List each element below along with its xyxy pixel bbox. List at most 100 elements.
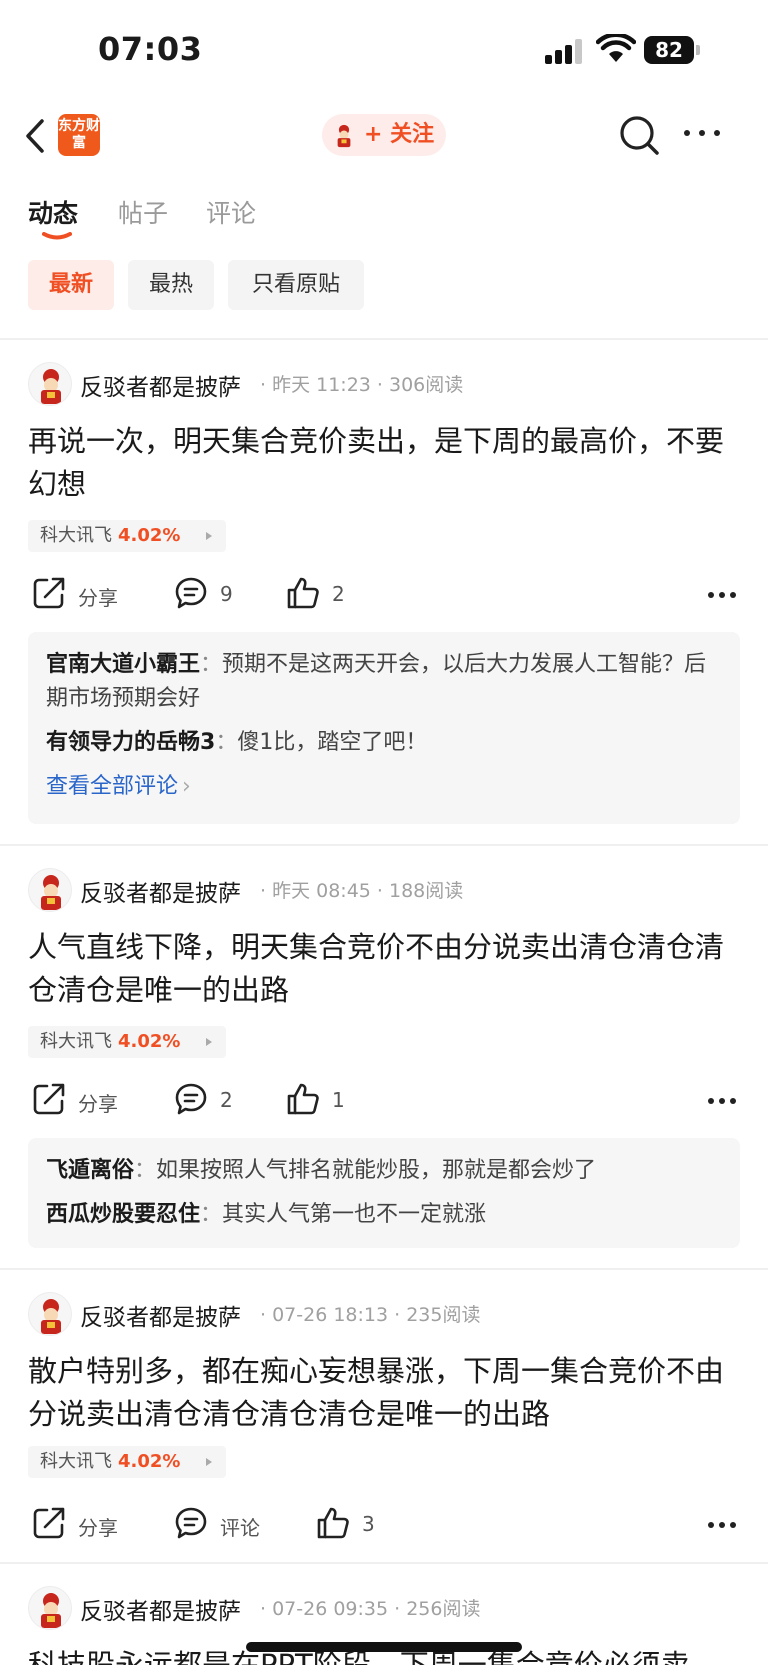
app-logo[interactable]: 东方财富 [58,114,100,156]
post-meta: · 07-26 09:35 · 256阅读 [260,1598,481,1620]
share-label: 分享 [78,586,118,610]
post-actions: 分享 9 2 [0,574,768,614]
author-avatar[interactable] [28,362,72,406]
wifi-icon [595,32,637,64]
like-count: 3 [362,1512,375,1536]
battery-level: 82 [644,36,694,64]
author-avatar[interactable] [28,1292,72,1336]
author-avatar[interactable] [28,1586,72,1630]
like-count: 1 [332,1088,345,1112]
author-name[interactable]: 反驳者都是披萨 [80,1298,241,1332]
share-icon [33,577,65,609]
like-count: 2 [332,582,345,606]
comment-button[interactable]: 9 [174,574,264,614]
comment-text: 如果按照人气排名就能炒股，那就是都会炒了 [156,1158,597,1183]
comment-label: 评论 [220,1516,260,1540]
like-button[interactable]: 3 [316,1504,396,1544]
divider [0,1562,768,1564]
post-text[interactable]: 再说一次，明天集合竞价卖出，是下周的最高价，不要幻想 [28,420,740,506]
home-indicator[interactable] [246,1642,522,1652]
post-header: 反驳者都是披萨 · 07-26 09:35 · 256阅读 [28,1586,728,1630]
stock-tag[interactable]: 科大讯飞 4.02% [28,1026,226,1058]
post-card[interactable]: 反驳者都是披萨 · 昨天 11:23 · 306阅读 再说一次，明天集合竞价卖出… [0,362,768,824]
stock-tag[interactable]: 科大讯飞 4.02% [28,520,226,552]
like-icon [317,1507,349,1539]
nav-bar: 东方财富 + 关注 [0,100,768,172]
active-tab-indicator [42,232,72,240]
follow-button[interactable]: + 关注 [322,114,446,156]
comment-preview[interactable]: 飞遁离俗：如果按照人气排名就能炒股，那就是都会炒了 西瓜炒股要忍住：其实人气第一… [28,1138,740,1248]
battery-icon: 82 [644,36,700,64]
cellular-signal-icon [545,38,585,64]
divider [0,338,768,340]
comment-icon [175,577,207,609]
user-avatar-icon [330,121,358,149]
post-text[interactable]: 散户特别多，都在痴心妄想暴涨，下周一集合竞价不由分说卖出清仓清仓清仓清仓是唯一的… [28,1350,740,1436]
comment-user[interactable]: 飞遁离俗 [46,1158,134,1183]
comment-text: 傻1比，踏空了吧！ [237,730,428,755]
comment-text: 其实人气第一也不一定就涨 [222,1202,487,1227]
filter-bar: 最新 最热 只看原贴 [0,260,768,312]
stock-name: 科大讯飞 [40,1031,112,1052]
post-more-icon[interactable] [708,1522,736,1530]
comment-button[interactable]: 评论 [174,1504,294,1544]
filter-latest[interactable]: 最新 [28,260,114,310]
comment-item[interactable]: 西瓜炒股要忍住：其实人气第一也不一定就涨 [46,1198,722,1232]
post-more-icon[interactable] [708,592,736,600]
tab-posts[interactable]: 帖子 [118,194,168,230]
share-label: 分享 [78,1516,118,1540]
content-tabs: 动态 帖子 评论 [0,186,768,246]
post-card[interactable]: 反驳者都是披萨 · 07-26 18:13 · 235阅读 散户特别多，都在痴心… [0,1292,768,1540]
view-all-comments-link[interactable]: 查看全部评论 › [46,770,722,804]
post-header: 反驳者都是披萨 · 07-26 18:13 · 235阅读 [28,1292,728,1336]
share-icon [33,1507,65,1539]
like-button[interactable]: 1 [286,1080,366,1120]
comment-count: 2 [220,1088,233,1112]
like-button[interactable]: 2 [286,574,366,614]
share-button[interactable]: 分享 [32,1080,142,1120]
share-button[interactable]: 分享 [32,574,142,614]
post-more-icon[interactable] [708,1098,736,1106]
comment-user[interactable]: 西瓜炒股要忍住 [46,1202,200,1227]
like-icon [287,577,319,609]
stock-change: 4.02% [118,525,181,546]
tab-comments[interactable]: 评论 [206,194,256,230]
post-card[interactable]: 反驳者都是披萨 · 07-26 09:35 · 256阅读 科技股永远都是在PP… [0,1586,768,1665]
stock-name: 科大讯飞 [40,1451,112,1472]
comment-preview[interactable]: 官南大道小霸王：预期不是这两天开会，以后大力发展人工智能？后期市场预期会好 有领… [28,632,740,824]
filter-original-only[interactable]: 只看原贴 [228,260,364,310]
post-meta: · 昨天 11:23 · 306阅读 [260,374,464,396]
back-icon[interactable] [22,118,52,154]
stock-change: 4.02% [118,1031,181,1052]
comment-icon [175,1507,207,1539]
author-name[interactable]: 反驳者都是披萨 [80,1592,241,1626]
share-label: 分享 [78,1092,118,1116]
post-actions: 分享 评论 3 [0,1504,768,1544]
comment-user[interactable]: 有领导力的岳畅3 [46,730,215,755]
share-button[interactable]: 分享 [32,1504,142,1544]
chevron-right-icon: › [182,774,191,799]
comment-user[interactable]: 官南大道小霸王 [46,652,200,677]
divider [0,1268,768,1270]
comment-item[interactable]: 有领导力的岳畅3：傻1比，踏空了吧！ [46,726,722,760]
comment-button[interactable]: 2 [174,1080,264,1120]
post-card[interactable]: 反驳者都是披萨 · 昨天 08:45 · 188阅读 人气直线下降，明天集合竞价… [0,868,768,1248]
status-time: 07:03 [98,30,203,68]
follow-label: + 关注 [364,122,435,147]
stock-tag[interactable]: 科大讯飞 4.02% [28,1446,226,1478]
search-icon[interactable] [618,114,660,156]
author-name[interactable]: 反驳者都是披萨 [80,874,241,908]
divider [0,844,768,846]
stock-name: 科大讯飞 [40,525,112,546]
post-actions: 分享 2 1 [0,1080,768,1120]
filter-hot[interactable]: 最热 [128,260,214,310]
author-name[interactable]: 反驳者都是披萨 [80,368,241,402]
comment-item[interactable]: 官南大道小霸王：预期不是这两天开会，以后大力发展人工智能？后期市场预期会好 [46,648,722,716]
post-header: 反驳者都是披萨 · 昨天 11:23 · 306阅读 [28,362,728,406]
tab-dynamic[interactable]: 动态 [28,194,78,230]
more-options-icon[interactable] [682,130,722,140]
play-arrow-icon [206,1038,212,1046]
post-text[interactable]: 人气直线下降，明天集合竞价不由分说卖出清仓清仓清仓清仓是唯一的出路 [28,926,740,1012]
author-avatar[interactable] [28,868,72,912]
comment-item[interactable]: 飞遁离俗：如果按照人气排名就能炒股，那就是都会炒了 [46,1154,722,1188]
